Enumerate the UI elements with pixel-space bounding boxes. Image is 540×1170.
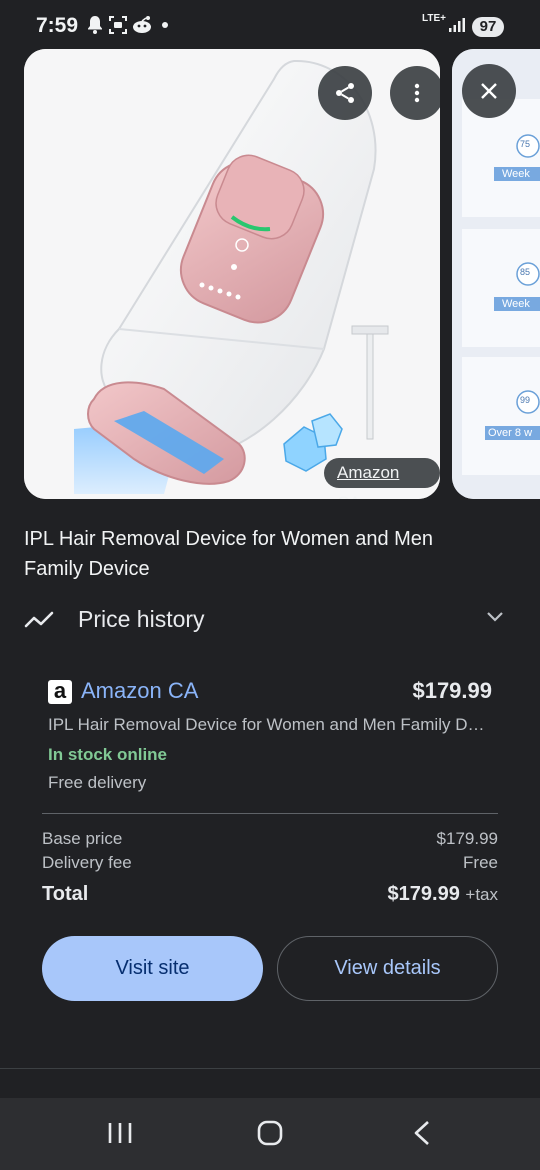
- delivery-info: Free delivery: [48, 773, 147, 792]
- image-carousel[interactable]: Amazon CA 75 85 99 Week Week Over 8 w: [0, 48, 540, 500]
- offer-price: $179.99: [412, 678, 492, 703]
- share-icon: [336, 83, 354, 103]
- amazon-logo-icon: a: [48, 680, 72, 704]
- close-button[interactable]: [462, 64, 516, 118]
- base-price-value: $179.99: [436, 829, 498, 848]
- chevron-down-icon: [487, 612, 503, 622]
- delivery-fee-label: Delivery fee: [42, 853, 132, 872]
- view-details-button[interactable]: View details: [277, 936, 498, 1001]
- signal-icon: [449, 18, 465, 32]
- week-label-3: Over 8 w: [488, 427, 533, 439]
- share-button[interactable]: [318, 66, 372, 120]
- dot-icon: [162, 22, 168, 28]
- more-options-button[interactable]: [390, 66, 440, 120]
- week-label-1: Week: [502, 168, 530, 180]
- shopping-product-page: 7:59 LTE+ 97 Amazon 75 85 99 Week Week O…: [0, 0, 540, 1170]
- home-icon[interactable]: [256, 1118, 284, 1148]
- total-value: $179.99 +tax: [388, 883, 498, 906]
- merchant-link[interactable]: Amazon CA: [81, 678, 198, 704]
- total-label: Total: [42, 883, 89, 905]
- badge-3: 99: [520, 395, 531, 405]
- image-source-link[interactable]: Amazon CA: [324, 458, 440, 499]
- stock-status: In stock online: [48, 745, 168, 764]
- notification-bell-icon: [88, 16, 102, 34]
- product-image[interactable]: Amazon CA: [24, 49, 440, 499]
- close-icon: [481, 83, 497, 99]
- total-amount: $179.99: [387, 883, 460, 905]
- system-navigation-bar: [0, 1098, 540, 1170]
- base-price-label: Base price: [42, 829, 123, 848]
- section-divider: [0, 1068, 540, 1069]
- listing-title: IPL Hair Removal Device for Women and Me…: [48, 715, 488, 734]
- status-bar: 7:59 LTE+ 97: [0, 0, 540, 52]
- recents-icon[interactable]: [106, 1118, 134, 1148]
- week-label-2: Week: [502, 298, 530, 310]
- ipl-device-illustration: [24, 49, 440, 499]
- back-icon[interactable]: [410, 1118, 434, 1148]
- screenshot-icon: [109, 16, 127, 34]
- badge-1: 75: [520, 139, 531, 149]
- price-history-label: Price history: [78, 606, 205, 632]
- product-title: IPL Hair Removal Device for Women and Me…: [24, 528, 434, 580]
- badge-2: 85: [520, 267, 531, 277]
- divider: [42, 813, 498, 814]
- visit-site-button[interactable]: Visit site: [42, 936, 263, 1001]
- price-history-toggle[interactable]: Price history: [24, 600, 516, 640]
- delivery-fee-value: Free: [463, 853, 498, 872]
- more-vert-icon: [414, 83, 420, 103]
- reddit-icon: [133, 16, 151, 33]
- tax-suffix: +tax: [465, 885, 498, 904]
- trending-icon: [24, 611, 54, 628]
- status-time: 7:59: [36, 14, 79, 37]
- network-type-label: LTE+: [422, 13, 446, 24]
- battery-indicator: 97: [472, 17, 504, 37]
- offer-card: a Amazon CA $179.99 IPL Hair Removal Dev…: [24, 664, 516, 1062]
